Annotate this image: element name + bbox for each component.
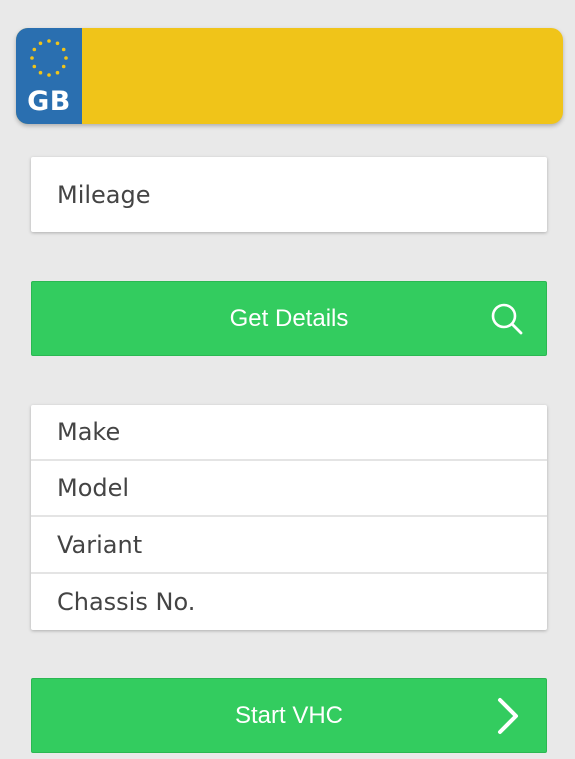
get-details-button[interactable]: Get Details [31, 281, 547, 356]
chevron-right-icon [498, 698, 518, 734]
plate-country-code: GB [27, 86, 71, 117]
plate-country-band: GB [16, 28, 82, 124]
make-label: Make [57, 418, 121, 446]
model-label: Model [57, 474, 130, 502]
info-row-variant[interactable]: Variant [31, 518, 547, 574]
registration-input[interactable] [82, 28, 563, 124]
start-vhc-label: Start VHC [234, 701, 344, 729]
eu-stars-icon [30, 39, 68, 77]
variant-label: Variant [57, 531, 143, 559]
start-vhc-button[interactable]: Start VHC [31, 678, 547, 753]
mileage-input[interactable] [31, 157, 547, 232]
vehicle-info-list: Make Model Variant Chassis No. [31, 405, 547, 630]
info-row-model[interactable]: Model [31, 461, 547, 517]
info-row-chassis[interactable]: Chassis No. [31, 574, 547, 630]
mileage-field[interactable] [31, 157, 547, 232]
chassis-label: Chassis No. [57, 588, 196, 616]
get-details-label: Get Details [229, 304, 349, 332]
info-row-make[interactable]: Make [31, 405, 547, 461]
registration-plate[interactable]: GB [16, 28, 563, 124]
search-icon [491, 303, 523, 335]
